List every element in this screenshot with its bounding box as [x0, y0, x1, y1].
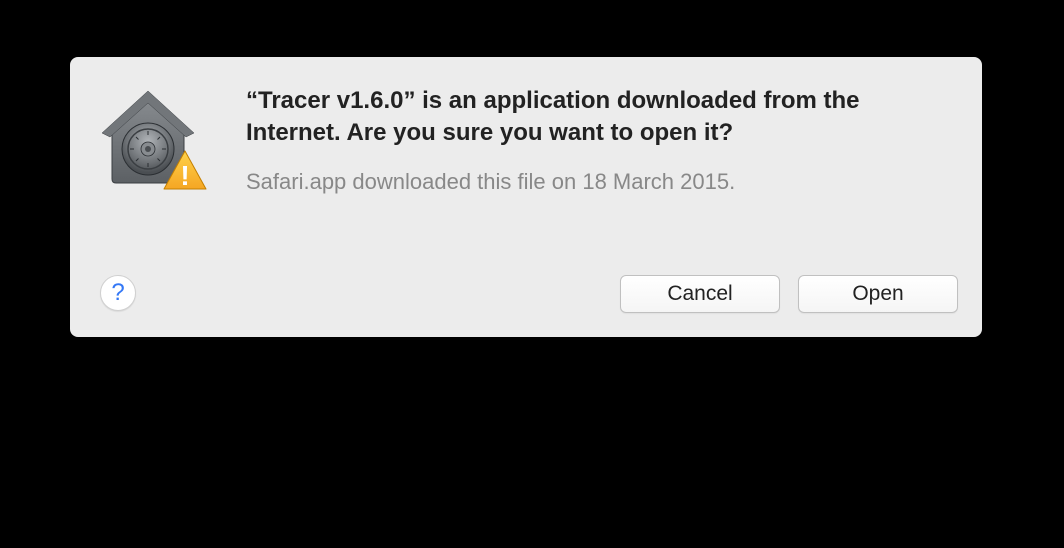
- icon-column: ! ?: [98, 85, 238, 313]
- help-icon: ?: [111, 279, 124, 307]
- dialog-title: “Tracer v1.6.0” is an application downlo…: [246, 85, 958, 150]
- cancel-button[interactable]: Cancel: [620, 275, 780, 313]
- button-row: Cancel Open: [246, 275, 958, 313]
- gatekeeper-icon: !: [98, 89, 214, 205]
- content-column: “Tracer v1.6.0” is an application downlo…: [238, 85, 958, 313]
- open-button[interactable]: Open: [798, 275, 958, 313]
- gatekeeper-dialog: ! ? “Tracer v1.6.0” is an application do…: [70, 57, 982, 337]
- svg-text:!: !: [180, 160, 189, 191]
- help-button[interactable]: ?: [100, 275, 136, 311]
- dialog-subtitle: Safari.app downloaded this file on 18 Ma…: [246, 168, 958, 197]
